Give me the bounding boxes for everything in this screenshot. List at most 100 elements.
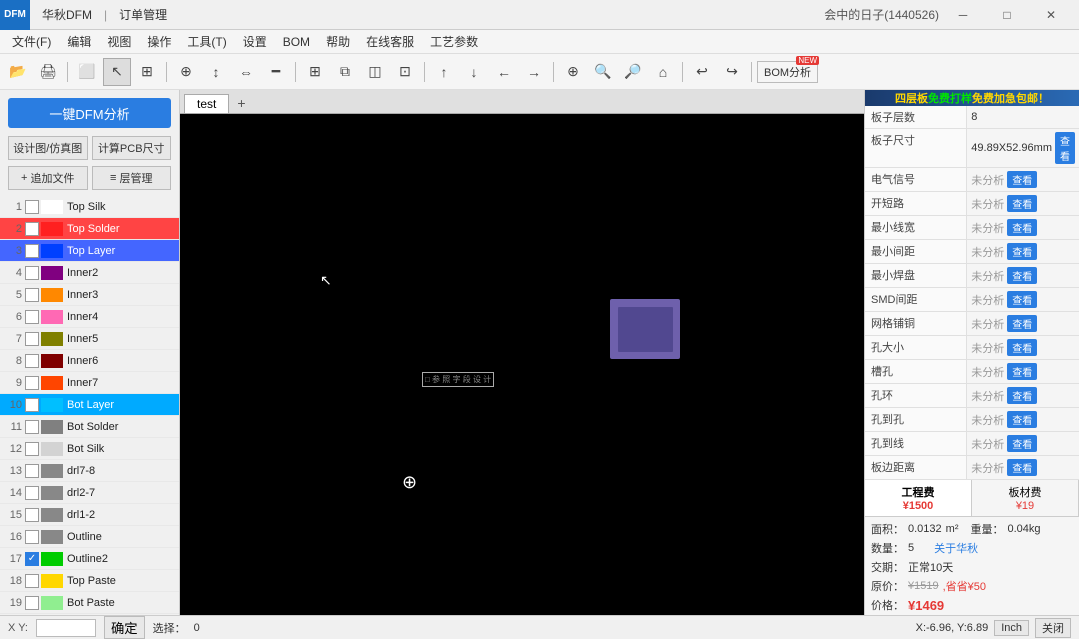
layer-row[interactable]: 20Drl Draw <box>0 614 179 615</box>
check-button[interactable]: 查看 <box>1007 171 1037 188</box>
design-view-button[interactable]: 设计图/仿真图 <box>8 136 88 160</box>
menu-help[interactable]: 帮助 <box>318 31 358 52</box>
flip-btn[interactable]: ⇔ <box>232 58 260 86</box>
upload-btn[interactable]: ↑ <box>430 58 458 86</box>
canvas[interactable]: □ 参 照 字 段 设 计 ⊕ ↖ <box>180 114 864 615</box>
drill-btn[interactable]: ⊡ <box>391 58 419 86</box>
redo-btn[interactable]: ↪ <box>718 58 746 86</box>
menu-bom[interactable]: BOM <box>275 33 318 51</box>
menu-view[interactable]: 视图 <box>99 31 139 52</box>
menu-settings[interactable]: 设置 <box>235 31 275 52</box>
layer-checkbox[interactable] <box>25 574 39 588</box>
zoom-fit-btn[interactable]: ⊕ <box>559 58 587 86</box>
menu-tools[interactable]: 工具(T) <box>179 31 234 52</box>
layer-row[interactable]: 19Bot Paste <box>0 592 179 614</box>
layer-row[interactable]: 7Inner5 <box>0 328 179 350</box>
layer-checkbox[interactable] <box>25 508 39 522</box>
layer-checkbox[interactable] <box>25 354 39 368</box>
check-button[interactable]: 查看 <box>1055 132 1075 164</box>
check-button[interactable]: 查看 <box>1007 315 1037 332</box>
menu-edit[interactable]: 编辑 <box>59 31 99 52</box>
home-btn[interactable]: ⌂ <box>649 58 677 86</box>
layer-checkbox[interactable] <box>25 266 39 280</box>
bom-analysis-btn[interactable]: BOM分析 NEW <box>757 61 818 83</box>
check-button[interactable]: 查看 <box>1007 291 1037 308</box>
maximize-button[interactable]: □ <box>987 0 1027 30</box>
close-button[interactable]: ✕ <box>1031 0 1071 30</box>
check-button[interactable]: 查看 <box>1007 267 1037 284</box>
dfm-analyze-button[interactable]: 一键DFM分析 <box>8 98 171 128</box>
zoom-in-btn[interactable]: 🔍 <box>589 58 617 86</box>
layer-btn[interactable]: ⧉ <box>331 58 359 86</box>
layer-checkbox[interactable] <box>25 222 39 236</box>
layer-checkbox[interactable] <box>25 464 39 478</box>
layer-row[interactable]: 13drl7-8 <box>0 460 179 482</box>
check-button[interactable]: 查看 <box>1007 363 1037 380</box>
layer-checkbox[interactable] <box>25 398 39 412</box>
open-file-btn[interactable]: 📂 <box>4 58 32 86</box>
layer-checkbox[interactable] <box>25 200 39 214</box>
zoom-out-btn[interactable]: 🔎 <box>619 58 647 86</box>
layer-row[interactable]: 8Inner6 <box>0 350 179 372</box>
cursor-btn[interactable]: ↖ <box>103 58 131 86</box>
cost-tab-engineering[interactable]: 工程费 ¥1500 <box>865 480 972 516</box>
add-tab-button[interactable]: + <box>229 93 253 113</box>
confirm-button[interactable]: 确定 <box>104 616 145 639</box>
check-button[interactable]: 查看 <box>1007 195 1037 212</box>
layer-row[interactable]: 2Top Solder <box>0 218 179 240</box>
rotate-btn[interactable]: ↕ <box>202 58 230 86</box>
right-btn[interactable]: → <box>520 58 548 86</box>
layer-checkbox[interactable] <box>25 244 39 258</box>
check-button[interactable]: 查看 <box>1007 459 1037 476</box>
xy-input[interactable] <box>36 619 96 637</box>
layer-row[interactable]: 10Bot Layer <box>0 394 179 416</box>
cost-tab-material[interactable]: 板材费 ¥19 <box>972 480 1079 516</box>
layer-row[interactable]: 5Inner3 <box>0 284 179 306</box>
layer-row[interactable]: 6Inner4 <box>0 306 179 328</box>
layer-row[interactable]: 18Top Paste <box>0 570 179 592</box>
layer-row[interactable]: 15drl1-2 <box>0 504 179 526</box>
layer-checkbox[interactable] <box>25 332 39 346</box>
layer-checkbox[interactable] <box>25 376 39 390</box>
layer-row[interactable]: 9Inner7 <box>0 372 179 394</box>
menu-file[interactable]: 文件(F) <box>4 31 59 52</box>
measure-btn[interactable]: ⊕ <box>172 58 200 86</box>
layer-checkbox[interactable]: ✓ <box>25 552 39 566</box>
layer-checkbox[interactable] <box>25 530 39 544</box>
menu-support[interactable]: 在线客服 <box>358 31 422 52</box>
grid-btn[interactable]: ⊞ <box>301 58 329 86</box>
layer-row[interactable]: 4Inner2 <box>0 262 179 284</box>
check-button[interactable]: 查看 <box>1007 243 1037 260</box>
minimize-button[interactable]: ─ <box>943 0 983 30</box>
layer-row[interactable]: 1Top Silk <box>0 196 179 218</box>
line-btn[interactable]: ━ <box>262 58 290 86</box>
layer-checkbox[interactable] <box>25 288 39 302</box>
check-button[interactable]: 查看 <box>1007 387 1037 404</box>
layer-checkbox[interactable] <box>25 420 39 434</box>
check-button[interactable]: 查看 <box>1007 435 1037 452</box>
component-btn[interactable]: ◫ <box>361 58 389 86</box>
canvas-tab[interactable]: test <box>184 94 229 113</box>
layer-checkbox[interactable] <box>25 486 39 500</box>
layer-row[interactable]: 14drl2-7 <box>0 482 179 504</box>
layer-row[interactable]: 3Top Layer <box>0 240 179 262</box>
huaqiu-link[interactable]: 关于华秋 <box>934 540 978 556</box>
left-btn[interactable]: ← <box>490 58 518 86</box>
check-button[interactable]: 查看 <box>1007 339 1037 356</box>
layer-checkbox[interactable] <box>25 596 39 610</box>
layer-checkbox[interactable] <box>25 442 39 456</box>
menu-operate[interactable]: 操作 <box>139 31 179 52</box>
undo-btn[interactable]: ↩ <box>688 58 716 86</box>
add-file-button[interactable]: + 追加文件 <box>8 166 88 190</box>
check-button[interactable]: 查看 <box>1007 411 1037 428</box>
layer-row[interactable]: 12Bot Silk <box>0 438 179 460</box>
layer-row[interactable]: 11Bot Solder <box>0 416 179 438</box>
select-btn[interactable]: ⬜ <box>73 58 101 86</box>
layer-manager-button[interactable]: ≡ 层管理 <box>92 166 172 190</box>
layer-row[interactable]: 16Outline <box>0 526 179 548</box>
print-btn[interactable]: 🖨 <box>34 58 62 86</box>
download-btn[interactable]: ↓ <box>460 58 488 86</box>
layer-checkbox[interactable] <box>25 310 39 324</box>
menu-process[interactable]: 工艺参数 <box>422 31 486 52</box>
unit-toggle[interactable]: Inch <box>994 620 1029 636</box>
